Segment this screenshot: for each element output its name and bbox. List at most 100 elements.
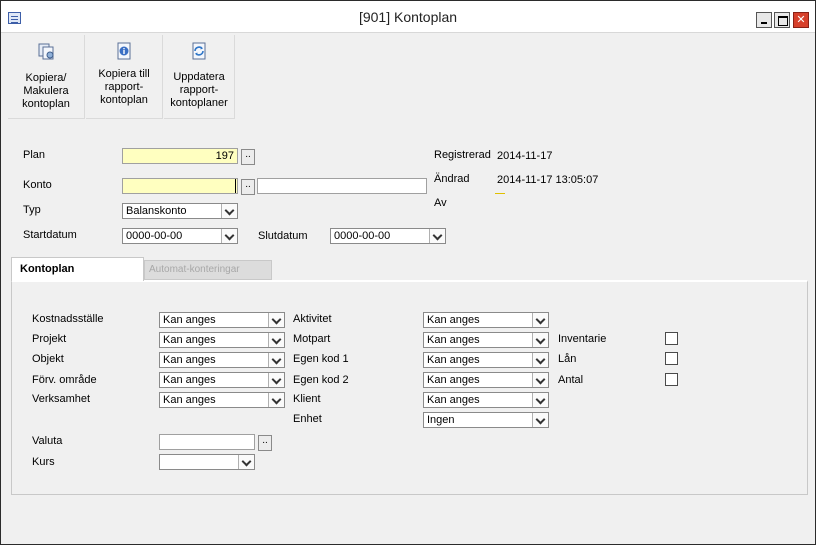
motpart-select[interactable]: Kan anges: [423, 332, 549, 348]
slutdatum-picker[interactable]: 0000-00-00: [330, 228, 446, 244]
typ-label: Typ: [23, 204, 41, 216]
plan-field[interactable]: 197: [122, 148, 238, 164]
chevron-down-icon[interactable]: [268, 373, 284, 387]
egen-kod-1-label: Egen kod 1: [293, 353, 349, 365]
chevron-down-icon[interactable]: [268, 393, 284, 407]
info-document-icon: [117, 42, 131, 60]
chevron-down-icon[interactable]: [532, 313, 548, 327]
projekt-select[interactable]: Kan anges: [159, 332, 285, 348]
update-report-label-3: kontoplaner: [170, 97, 228, 109]
typ-select[interactable]: Balanskonto: [122, 203, 238, 219]
slutdatum-label: Slutdatum: [258, 230, 308, 242]
av-label: Av: [434, 197, 447, 209]
klient-label: Klient: [293, 393, 321, 405]
plan-label: Plan: [23, 149, 46, 161]
konto-name-field[interactable]: [257, 178, 427, 194]
enhet-label: Enhet: [293, 413, 322, 425]
andrad-label: Ändrad: [434, 173, 470, 185]
aktivitet-value: Kan anges: [427, 314, 480, 326]
refresh-document-icon: [192, 42, 206, 60]
verksamhet-label: Verksamhet: [32, 393, 91, 405]
copy-void-label-2: Makulera: [23, 85, 69, 97]
egen-kod-1-value: Kan anges: [427, 354, 480, 366]
egen-kod-2-label: Egen kod 2: [293, 374, 349, 386]
kurs-select[interactable]: [159, 454, 255, 470]
enhet-select[interactable]: Ingen: [423, 412, 549, 428]
motpart-value: Kan anges: [427, 334, 480, 346]
copy-documents-icon: [38, 43, 54, 60]
chevron-down-icon[interactable]: [532, 333, 548, 347]
slutdatum-value: 0000-00-00: [334, 230, 391, 242]
lan-checkbox[interactable]: [665, 352, 678, 365]
registrerad-label: Registrerad: [434, 149, 491, 161]
minimize-button[interactable]: [756, 12, 772, 28]
title-bar: [901] Kontoplan ✕: [1, 1, 815, 33]
tab-automat-konteringar[interactable]: Automat-konteringar: [144, 260, 272, 280]
chevron-down-icon[interactable]: [532, 413, 548, 427]
antal-label: Antal: [558, 374, 584, 386]
verksamhet-select[interactable]: Kan anges: [159, 392, 285, 408]
klient-select[interactable]: Kan anges: [423, 392, 549, 408]
chevron-down-icon[interactable]: [532, 373, 548, 387]
valuta-field[interactable]: [159, 434, 255, 450]
kurs-label: Kurs: [32, 456, 55, 468]
klient-value: Kan anges: [427, 394, 480, 406]
chevron-down-icon[interactable]: [221, 229, 237, 243]
registrerad-value: 2014-11-17: [497, 150, 553, 162]
copy-void-label-3: kontoplan: [22, 98, 70, 110]
forv-omrade-label: Förv. område: [32, 374, 97, 386]
konto-field[interactable]: [122, 178, 238, 194]
update-report-label-2: rapport-: [179, 84, 219, 96]
update-report-kontoplaner-button[interactable]: Uppdatera rapport- kontoplaner: [164, 35, 235, 119]
typ-select-value: Balanskonto: [126, 205, 187, 217]
copy-report-label-3: kontoplan: [100, 94, 148, 106]
startdatum-picker[interactable]: 0000-00-00: [122, 228, 238, 244]
enhet-value: Ingen: [427, 414, 455, 426]
objekt-select[interactable]: Kan anges: [159, 352, 285, 368]
egen-kod-2-select[interactable]: Kan anges: [423, 372, 549, 388]
chevron-down-icon[interactable]: [268, 313, 284, 327]
kontoplan-tab-panel: [11, 280, 808, 495]
valuta-label: Valuta: [32, 435, 63, 447]
lan-label: Lån: [558, 353, 577, 365]
chevron-down-icon[interactable]: [532, 393, 548, 407]
chevron-down-icon[interactable]: [429, 229, 445, 243]
plan-lookup-button[interactable]: ..: [241, 149, 255, 165]
chevron-down-icon[interactable]: [238, 455, 254, 469]
egen-kod-1-select[interactable]: Kan anges: [423, 352, 549, 368]
motpart-label: Motpart: [293, 333, 331, 345]
startdatum-value: 0000-00-00: [126, 230, 183, 242]
copy-void-kontoplan-button[interactable]: Kopiera/ Makulera kontoplan: [8, 35, 85, 119]
tab-kontoplan[interactable]: Kontoplan: [11, 257, 144, 281]
kontoplan-window: [901] Kontoplan ✕ Kopiera/ Makulera kont…: [0, 0, 816, 545]
chevron-down-icon[interactable]: [268, 353, 284, 367]
konto-lookup-button[interactable]: ..: [241, 179, 255, 195]
forv-omrade-value: Kan anges: [163, 374, 216, 386]
kostnadsstalle-select[interactable]: Kan anges: [159, 312, 285, 328]
close-button[interactable]: ✕: [793, 12, 809, 28]
copy-report-label-1: Kopiera till: [98, 68, 150, 80]
aktivitet-select[interactable]: Kan anges: [423, 312, 549, 328]
projekt-value: Kan anges: [163, 334, 216, 346]
copy-to-report-button[interactable]: Kopiera till rapport- kontoplan: [86, 35, 163, 119]
window-title: [901] Kontoplan: [358, 9, 458, 25]
inventarie-checkbox[interactable]: [665, 332, 678, 345]
projekt-label: Projekt: [32, 333, 67, 345]
maximize-button[interactable]: [774, 12, 790, 28]
inventarie-label: Inventarie: [558, 333, 607, 345]
egen-kod-2-value: Kan anges: [427, 374, 480, 386]
konto-label: Konto: [23, 179, 52, 191]
andrad-value: 2014-11-17 13:05:07: [497, 174, 599, 186]
forv-omrade-select[interactable]: Kan anges: [159, 372, 285, 388]
valuta-lookup-button[interactable]: ..: [258, 435, 272, 451]
copy-void-label-1: Kopiera/: [25, 72, 67, 84]
update-report-label-1: Uppdatera: [173, 71, 225, 83]
modified-indicator: [495, 193, 505, 194]
startdatum-label: Startdatum: [23, 229, 77, 241]
chevron-down-icon[interactable]: [268, 333, 284, 347]
objekt-label: Objekt: [32, 353, 64, 365]
antal-checkbox[interactable]: [665, 373, 678, 386]
chevron-down-icon[interactable]: [532, 353, 548, 367]
kostnadsstalle-value: Kan anges: [163, 314, 216, 326]
chevron-down-icon[interactable]: [221, 204, 237, 218]
